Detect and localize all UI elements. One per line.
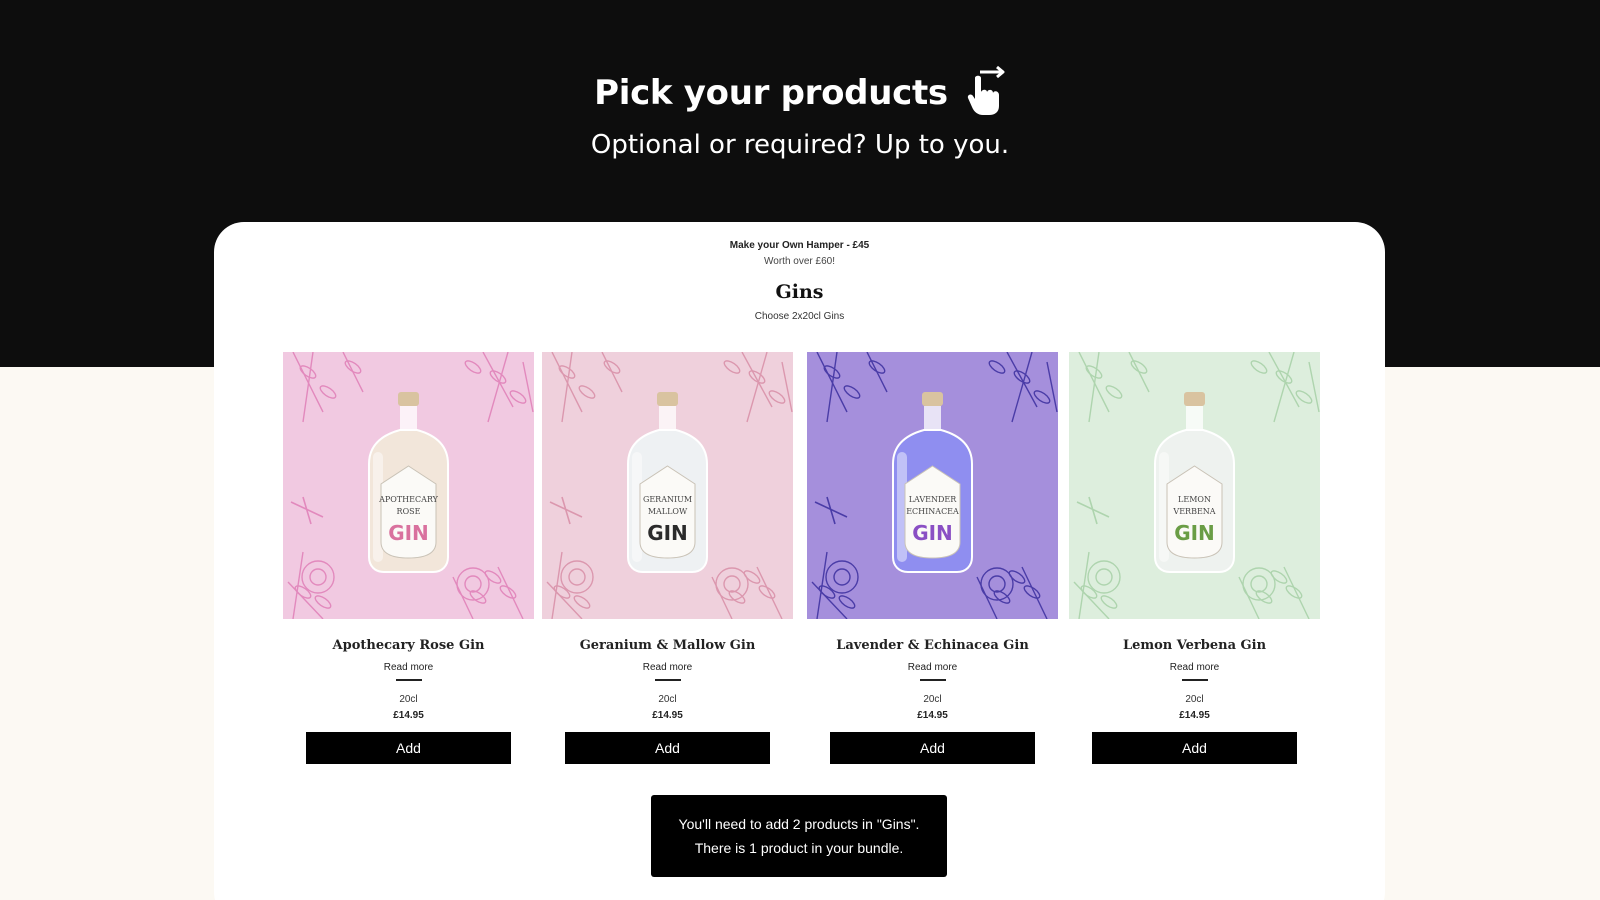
product-price: £14.95: [393, 710, 424, 721]
product-image[interactable]: LAVENDER ECHINACEA GIN: [807, 352, 1058, 619]
bundle-card: Make your Own Hamper - £45 Worth over £6…: [214, 222, 1385, 900]
read-more-underline: [919, 679, 946, 681]
hero-title: Pick your products: [594, 73, 948, 113]
product-name: Lemon Verbena Gin: [1122, 638, 1267, 653]
product-image[interactable]: LEMON VERBENA GIN: [1069, 352, 1320, 619]
bottle-label-text: APOTHECARY: [378, 495, 439, 504]
bottle-gin-text: GIN: [912, 521, 953, 545]
product-card: GERANIUM MALLOW GIN Geranium & Mallow Gin …: [542, 352, 793, 764]
product-size: 20cl: [399, 694, 418, 705]
product-name: Geranium & Mallow Gin: [579, 638, 756, 653]
product-image[interactable]: GERANIUM MALLOW GIN: [542, 352, 793, 619]
read-more-link[interactable]: Read more: [1170, 662, 1219, 673]
read-more-link[interactable]: Read more: [384, 662, 433, 673]
read-more-link[interactable]: Read more: [908, 662, 957, 673]
hero-subtitle: Optional or required? Up to you.: [590, 130, 1010, 160]
add-button[interactable]: Add: [1092, 732, 1297, 764]
bottle-gin-text: GIN: [388, 521, 429, 545]
add-button[interactable]: Add: [565, 732, 770, 764]
notice-line-2: There is 1 product in your bundle.: [694, 840, 904, 856]
product-name: Apothecary Rose Gin: [332, 638, 485, 653]
product-image[interactable]: APOTHECARY ROSE GIN: [283, 352, 534, 619]
bottle-label-text: VERBENA: [1172, 507, 1215, 516]
read-more-underline: [1181, 679, 1208, 681]
bundle-title: Make your Own Hamper - £45: [729, 240, 870, 251]
product-card: LAVENDER ECHINACEA GIN Lavender & Echinace…: [807, 352, 1058, 764]
bottle-label-text: GERANIUM: [643, 495, 692, 504]
hero-title-row: Pick your products: [0, 65, 1600, 116]
product-name: Lavender & Echinacea Gin: [836, 638, 1029, 653]
bundle-notice: You'll need to add 2 products in "Gins".…: [651, 795, 947, 877]
read-more-link[interactable]: Read more: [643, 662, 692, 673]
section-subtitle: Choose 2x20cl Gins: [754, 311, 845, 322]
card-header: Make your Own Hamper - £45 Worth over £6…: [214, 222, 1385, 322]
product-card: LEMON VERBENA GIN Lemon Verbena Gin Read m…: [1069, 352, 1320, 764]
notice-line-1: You'll need to add 2 products in "Gins".: [678, 816, 920, 832]
product-price: £14.95: [917, 710, 948, 721]
bottle-label-text: LEMON: [1178, 495, 1211, 504]
bottle-gin-text: GIN: [1174, 521, 1215, 545]
read-more-underline: [395, 679, 422, 681]
section-title: Gins: [775, 281, 824, 303]
bottle-label-text: LAVENDER: [909, 495, 958, 504]
add-button[interactable]: Add: [306, 732, 511, 764]
product-price: £14.95: [1179, 710, 1210, 721]
product-size: 20cl: [923, 694, 942, 705]
hero: Pick your products Optional or required?…: [0, 65, 1600, 160]
bottle-label-text: ROSE: [397, 507, 421, 516]
bottle-label-text: ECHINACEA: [906, 507, 959, 516]
product-size: 20cl: [1185, 694, 1204, 705]
product-size: 20cl: [658, 694, 677, 705]
bottle-label-text: MALLOW: [648, 507, 688, 516]
bottle-gin-text: GIN: [647, 521, 688, 545]
add-button[interactable]: Add: [830, 732, 1035, 764]
product-grid: APOTHECARY ROSE GIN Apothecary Rose Gin Re…: [283, 352, 1320, 772]
bundle-subtitle: Worth over £60!: [764, 256, 835, 267]
product-price: £14.95: [652, 710, 683, 721]
pointing-hand-icon: [966, 64, 1006, 116]
product-card: APOTHECARY ROSE GIN Apothecary Rose Gin Re…: [283, 352, 534, 764]
read-more-underline: [654, 679, 681, 681]
